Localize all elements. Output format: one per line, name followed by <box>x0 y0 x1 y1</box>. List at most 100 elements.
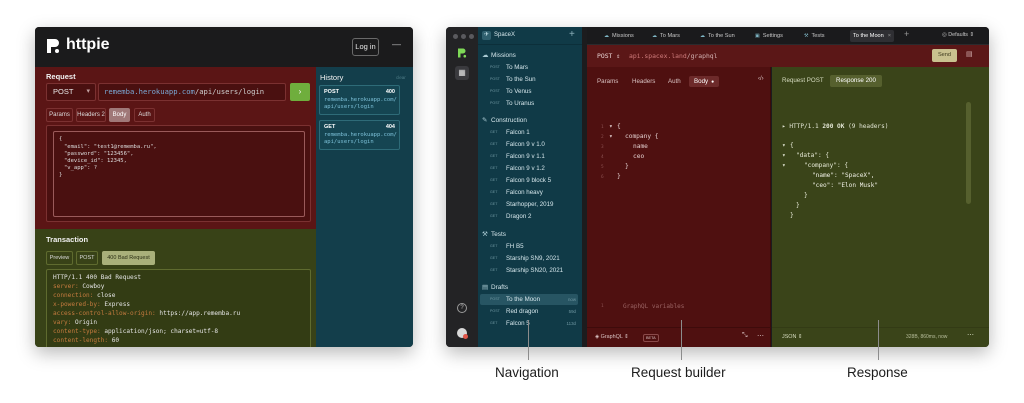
tab-auth[interactable]: Auth <box>134 108 155 122</box>
nav-item-active[interactable]: POST To the Moon now <box>480 294 578 305</box>
nav-item[interactable]: GET Starship SN20, 2021 <box>480 265 578 276</box>
history-title: History <box>320 73 344 82</box>
method-select[interactable]: POST ▾ <box>46 83 96 101</box>
header-key: content-length: <box>53 337 109 344</box>
tab-to-the-moon[interactable]: To the Moon × <box>850 30 895 42</box>
more-icon[interactable]: ⋯ <box>967 331 974 339</box>
url-input[interactable]: api.spacex.land/graphql <box>629 52 718 60</box>
status-prefix: HTTP/1.1 <box>789 123 819 130</box>
nav-item[interactable]: GET Falcon heavy <box>480 187 578 198</box>
nav-item[interactable]: GET Falcon 5 113d <box>480 318 578 329</box>
fold-icon[interactable]: ▾ <box>609 133 613 140</box>
tab-post[interactable]: POST <box>76 251 98 265</box>
nav-item-label: To the Moon <box>506 296 541 303</box>
response-format-select[interactable]: JSON ⇕ <box>782 334 802 340</box>
request-panel: Request POST ▾ rememba.herokuapp.com/api… <box>35 67 316 229</box>
tab-settings[interactable]: ▣ Settings <box>755 30 783 42</box>
graphql-variables-editor[interactable]: GraphQL variables <box>623 303 684 310</box>
nav-item[interactable]: GET Falcon 1 <box>480 127 578 138</box>
nav-item[interactable]: POST To the Sun <box>480 74 578 85</box>
nav-item-label: Falcon heavy <box>506 189 543 196</box>
more-icon[interactable]: ⋯ <box>757 332 764 340</box>
nav-item[interactable]: GET Falcon 9 block 5 <box>480 175 578 186</box>
nav-item[interactable]: GET Starhopper, 2019 <box>480 199 578 210</box>
nav-item[interactable]: GET FH B5 <box>480 241 578 252</box>
nav-item-age: 113d <box>566 321 576 326</box>
tab-missions[interactable]: ☁ Missions <box>604 30 634 42</box>
panel-menu-icon[interactable]: ▤ <box>966 50 973 58</box>
tab-tests[interactable]: ⚒ Tests <box>804 30 825 42</box>
line-number: 3 <box>601 145 604 150</box>
nav-item-method: POST <box>490 89 500 93</box>
scrollbar[interactable] <box>966 102 971 204</box>
tab-preview[interactable]: Preview <box>46 251 73 265</box>
section-drafts[interactable]: ▤ Drafts <box>482 283 578 293</box>
history-item[interactable]: POST 400 rememba.herokuapp.com/api/users… <box>319 85 400 115</box>
nav-item[interactable]: GET Falcon 9 v 1.0 <box>480 139 578 150</box>
json-line: } <box>796 202 800 209</box>
nav-item-label: To Mars <box>506 64 529 71</box>
window-zoom-dot[interactable] <box>469 34 474 39</box>
fold-icon[interactable]: ▾ <box>609 123 613 130</box>
nav-item[interactable]: GET Falcon 9 v 1.2 <box>480 163 578 174</box>
send-button[interactable]: › <box>290 83 310 101</box>
section-construction[interactable]: ✎ Construction <box>482 116 578 126</box>
fold-icon[interactable]: ▾ <box>782 162 786 169</box>
cloud-icon: ☁ <box>604 33 609 39</box>
transaction-output: HTTP/1.1 400 Bad Request server: Cowboy … <box>46 269 311 347</box>
history-clear-button[interactable]: clear <box>396 75 406 80</box>
workspace-header[interactable]: ✈ SpaceX + <box>478 27 582 45</box>
window-close-dot[interactable] <box>453 34 458 39</box>
window-minimize-dot[interactable] <box>461 34 466 39</box>
close-icon[interactable]: × <box>888 33 891 39</box>
tab-to-mars[interactable]: ☁ To Mars <box>652 30 680 42</box>
nav-item[interactable]: GET Falcon 9 v 1.1 <box>480 151 578 162</box>
nav-item[interactable]: POST To Mars <box>480 62 578 73</box>
fold-icon[interactable]: ▾ <box>782 152 786 159</box>
nav-item[interactable]: POST Red dragon 59d <box>480 306 578 317</box>
history-item[interactable]: GET 404 rememba.herokuapp.com/api/users/… <box>319 120 400 150</box>
tab-label: To the Sun <box>708 33 735 39</box>
body-editor[interactable]: { "email": "test1@rememba.ru", "password… <box>46 125 311 222</box>
spaces-grid-icon[interactable]: ▦ <box>455 66 469 80</box>
section-missions[interactable]: ☁ Missions <box>482 51 578 61</box>
tab-request[interactable]: Request POST <box>782 75 824 87</box>
login-button[interactable]: Log in <box>352 38 379 56</box>
send-button[interactable]: Send <box>932 49 957 62</box>
tab-headers[interactable]: Headers <box>632 76 655 87</box>
nav-item-label: Falcon 9 v 1.2 <box>506 165 545 172</box>
body-editor-textarea[interactable]: { "email": "test1@rememba.ru", "password… <box>53 131 305 217</box>
tab-body[interactable]: Body ● <box>689 76 720 87</box>
header-line: server: Cowboy <box>53 283 104 290</box>
nav-item[interactable]: POST To Uranus <box>480 98 578 109</box>
tab-auth[interactable]: Auth <box>668 76 681 87</box>
url-input[interactable]: rememba.herokuapp.com/api/users/login <box>98 83 286 101</box>
section-tests[interactable]: ⚒ Tests <box>482 230 578 240</box>
nav-item[interactable]: GET Starship SN9, 2021 <box>480 253 578 264</box>
code-line: "v_app": ? <box>64 165 98 171</box>
add-tab-button[interactable]: + <box>904 29 909 39</box>
response-panel: Request POST Response 200 ▸ HTTP/1.1 200… <box>772 67 989 347</box>
body-mode-select[interactable]: ◈ GraphQL ⇕ <box>595 334 629 340</box>
tab-response[interactable]: Response 200 <box>830 75 882 87</box>
nav-item[interactable]: GET Dragon 2 <box>480 211 578 222</box>
defaults-dropdown[interactable]: ◎ Defaults ⇕ <box>942 32 974 38</box>
add-icon[interactable]: + <box>569 29 575 40</box>
body-mode-label: GraphQL ⇕ <box>600 334 629 340</box>
nav-item-method: GET <box>490 154 498 158</box>
tab-label: Body <box>694 78 709 85</box>
tab-params[interactable]: Params <box>597 76 618 87</box>
tab-params[interactable]: Params <box>46 108 73 122</box>
header-value: 60 <box>111 337 120 344</box>
tab-status[interactable]: 400 Bad Request <box>102 251 155 265</box>
tab-body[interactable]: Body <box>109 108 130 122</box>
code-icon[interactable]: ‹/› <box>758 76 764 82</box>
menu-icon[interactable]: — <box>392 39 401 49</box>
expand-icon[interactable]: ⤡ <box>742 332 748 340</box>
fold-icon[interactable]: ▾ <box>782 142 786 149</box>
help-icon[interactable]: ? <box>457 303 467 313</box>
nav-item[interactable]: POST To Venus <box>480 86 578 97</box>
tab-headers[interactable]: Headers 2 <box>76 108 106 122</box>
method-select[interactable]: POST ⇕ <box>597 52 620 60</box>
tab-to-the-sun[interactable]: ☁ To the Sun <box>700 30 735 42</box>
